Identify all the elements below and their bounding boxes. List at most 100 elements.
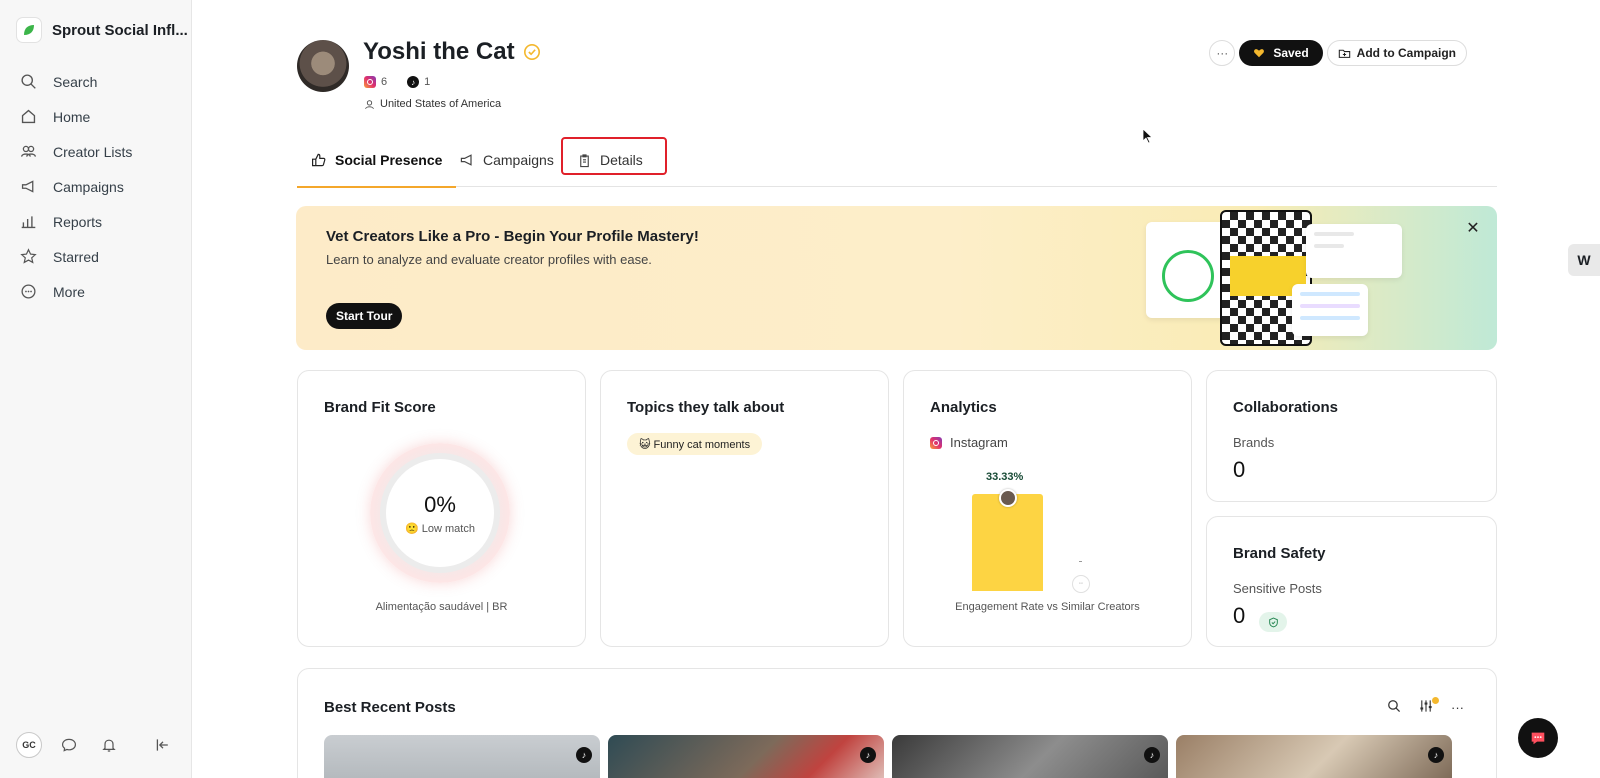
close-icon[interactable]: ✕: [1463, 218, 1483, 238]
tiktok-icon: ♪: [1428, 747, 1444, 763]
profile-header: Yoshi the Cat: [363, 38, 541, 66]
tiktok-icon: ♪: [576, 747, 592, 763]
tiktok-stat[interactable]: ♪ 1: [407, 76, 430, 88]
tiktok-icon: ♪: [860, 747, 876, 763]
sidebar-item-search[interactable]: Search: [20, 64, 184, 99]
analytics-card: Analytics Instagram 33.33% ◦◦ Engagement…: [903, 370, 1192, 647]
creator-avatar-marker: [999, 489, 1017, 507]
tiktok-count: 1: [424, 76, 431, 88]
sidebar-item-label: Home: [53, 108, 91, 125]
sensitive-posts-count: 0: [1233, 603, 1246, 628]
post-thumbnail[interactable]: ♪: [892, 735, 1168, 778]
recent-posts-card: Best Recent Posts ··· ♪ ♪ ♪ ♪: [297, 668, 1497, 778]
profile-tabs: Social Presence Campaigns Details: [297, 134, 1497, 188]
tab-campaigns[interactable]: Campaigns: [459, 134, 554, 186]
mouse-cursor-icon: [1142, 128, 1154, 144]
card-title: Collaborations: [1233, 399, 1339, 416]
chart-icon: [21, 216, 36, 229]
analytics-platform[interactable]: Instagram: [930, 435, 1008, 450]
illustration-line: [1300, 292, 1360, 296]
search-icon[interactable]: [1387, 699, 1401, 716]
platform-label: Instagram: [950, 435, 1008, 450]
folder-plus-icon: [1338, 49, 1350, 58]
score-ring-illustration: [1162, 250, 1214, 302]
topic-chip[interactable]: 😺 Funny cat moments: [627, 433, 763, 455]
post-thumbnail[interactable]: ♪: [608, 735, 884, 778]
analytics-axis-label: Engagement Rate vs Similar Creators: [955, 601, 1140, 613]
filter-icon[interactable]: [1419, 697, 1439, 716]
megaphone-icon: [21, 180, 34, 193]
sidebar-item-label: Search: [53, 73, 98, 90]
sidebar-item-label: Starred: [53, 248, 99, 265]
support-chat-button[interactable]: [1518, 718, 1558, 758]
profile-actions: ··· Saved Add to Campaign: [1209, 40, 1467, 66]
post-thumbnail[interactable]: ♪: [324, 735, 600, 778]
sidebar: Sprout Social Infl... Search Home Creato…: [0, 0, 192, 778]
person-pin-icon: [365, 99, 374, 109]
user-avatar[interactable]: GC: [16, 732, 42, 758]
saved-label: Saved: [1273, 46, 1309, 60]
instagram-icon: [930, 436, 942, 449]
brand-fit-value: 0%: [424, 491, 456, 517]
collaborations-card: Collaborations Brands 0: [1206, 370, 1497, 502]
brand-fit-card: Brand Fit Score 0% 🙁 Low match Alimentaç…: [297, 370, 586, 647]
sidebar-item-label: Reports: [53, 213, 103, 230]
brand-fit-category: Alimentação saudável | BR: [375, 601, 508, 613]
post-thumbnail[interactable]: ♪: [1176, 735, 1452, 778]
brand-fit-match-label: 🙁 Low match: [405, 522, 475, 535]
tiktok-icon: ♪: [1144, 747, 1160, 763]
sidebar-nav: Search Home Creator Lists Campaigns Repo…: [20, 64, 184, 309]
collapse-sidebar-icon[interactable]: [150, 732, 176, 758]
main-content: Yoshi the Cat 6 ♪ 1 United States of Ame…: [192, 0, 1600, 778]
card-title: Brand Safety: [1233, 545, 1326, 562]
more-options-button[interactable]: ···: [1209, 40, 1236, 66]
more-icon: [21, 284, 36, 299]
card-title: Brand Fit Score: [324, 399, 436, 416]
thumbs-up-icon: [312, 153, 326, 167]
chat-icon[interactable]: [56, 732, 82, 758]
tab-label: Social Presence: [335, 152, 443, 168]
filter-active-dot: [1432, 697, 1439, 704]
add-to-campaign-label: Add to Campaign: [1356, 46, 1456, 60]
tour-banner: Vet Creators Like a Pro - Begin Your Pro…: [296, 206, 1497, 350]
sidebar-item-creator-lists[interactable]: Creator Lists: [20, 134, 184, 169]
engagement-bar: [972, 494, 1043, 591]
topics-card: Topics they talk about 😺 Funny cat momen…: [600, 370, 889, 647]
tab-social-presence[interactable]: Social Presence: [297, 134, 457, 188]
bell-icon[interactable]: [96, 732, 122, 758]
location-text: United States of America: [380, 98, 502, 110]
start-tour-button[interactable]: Start Tour: [326, 303, 403, 329]
illustration-line: [1314, 244, 1344, 248]
verified-badge-icon: [523, 43, 540, 61]
shield-check-icon: [1259, 612, 1287, 632]
illustration-line: [1300, 316, 1360, 320]
users-icon: [21, 145, 36, 157]
card-title: Analytics: [930, 399, 997, 416]
megaphone-icon: [460, 154, 472, 166]
sidebar-item-campaigns[interactable]: Campaigns: [20, 169, 184, 204]
instagram-stat[interactable]: 6: [364, 76, 387, 88]
brands-label: Brands: [1233, 435, 1275, 450]
gauge-inner: 0% 🙁 Low match: [380, 453, 500, 573]
sidebar-item-label: Creator Lists: [53, 143, 133, 160]
brand-safety-card: Brand Safety Sensitive Posts 0: [1206, 516, 1497, 647]
more-icon[interactable]: ···: [1451, 700, 1464, 715]
sidebar-item-starred[interactable]: Starred: [20, 239, 184, 274]
instagram-count: 6: [381, 76, 388, 88]
chat-icon: [1531, 732, 1545, 745]
saved-button[interactable]: Saved: [1239, 40, 1323, 66]
banner-subtitle: Learn to analyze and evaluate creator pr…: [326, 252, 652, 267]
add-to-campaign-button[interactable]: Add to Campaign: [1326, 40, 1467, 66]
illustration-line: [1314, 232, 1354, 236]
sidebar-item-reports[interactable]: Reports: [20, 204, 184, 239]
details-tab-highlight: [561, 137, 667, 175]
sidebar-item-home[interactable]: Home: [20, 99, 184, 134]
brand[interactable]: Sprout Social Infl...: [16, 17, 188, 43]
star-icon: [20, 248, 37, 264]
heart-icon: [1254, 49, 1265, 58]
search-icon: [21, 74, 36, 89]
side-widget-icon[interactable]: W: [1568, 244, 1600, 276]
app-root: Sprout Social Infl... Search Home Creato…: [0, 0, 1600, 778]
banner-illustration-safety: [1306, 224, 1402, 278]
sidebar-item-more[interactable]: More: [20, 274, 184, 309]
